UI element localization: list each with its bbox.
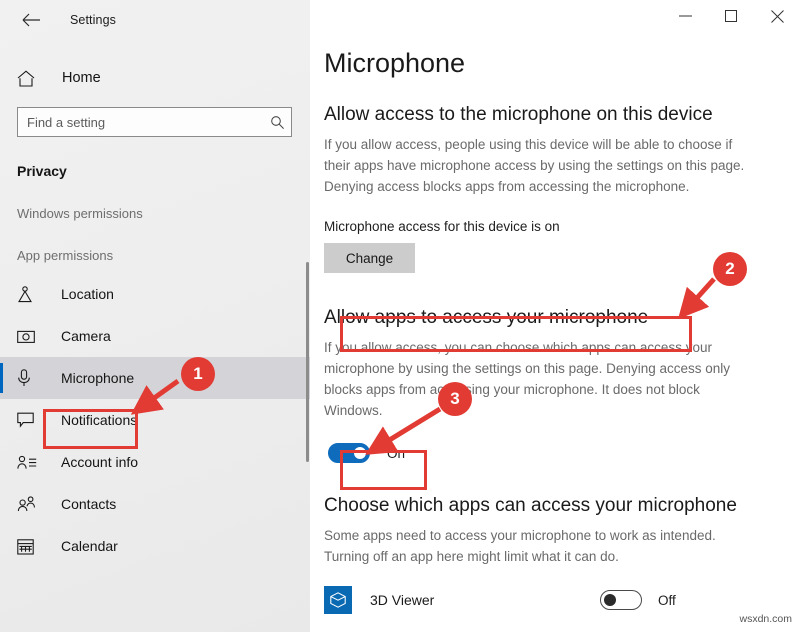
- sidebar-item-microphone-label: Microphone: [61, 370, 135, 386]
- sidebar-item-home-label: Home: [62, 70, 101, 86]
- sidebar-item-location-label: Location: [61, 286, 114, 302]
- apps-access-description: If you allow access, you can choose whic…: [324, 340, 730, 418]
- sidebar-item-camera-label: Camera: [61, 328, 111, 344]
- device-access-description: If you allow access, people using this d…: [324, 137, 745, 194]
- change-button[interactable]: Change: [324, 243, 415, 273]
- sidebar-section-title: Privacy: [17, 163, 67, 179]
- microphone-icon: [17, 369, 39, 387]
- sidebar-item-contacts-label: Contacts: [61, 496, 117, 512]
- sidebar-item-account-info[interactable]: Account info: [0, 441, 310, 483]
- page-title: Microphone: [324, 48, 466, 78]
- sidebar-nav-list: Location Camera Microphone Notifications…: [0, 273, 310, 567]
- camera-icon: [17, 329, 39, 344]
- close-button[interactable]: [754, 0, 800, 32]
- search-input[interactable]: [18, 109, 263, 135]
- main-content: Microphone Allow access to the microphon…: [310, 0, 800, 632]
- sidebar-scrollbar[interactable]: [306, 262, 309, 462]
- location-icon: [17, 285, 39, 303]
- device-access-status: Microphone access for this device is on: [324, 219, 560, 234]
- watermark: wsxdn.com: [739, 613, 792, 625]
- annotation-badge-3: 3: [438, 382, 472, 416]
- sidebar-item-notifications[interactable]: Notifications: [0, 399, 310, 441]
- account-info-icon: [17, 455, 39, 470]
- sidebar-item-calendar-label: Calendar: [61, 538, 118, 554]
- app-toggle-3d-viewer[interactable]: [600, 590, 642, 610]
- 3d-viewer-icon: [324, 586, 352, 614]
- minimize-button[interactable]: [662, 0, 708, 32]
- back-arrow-icon[interactable]: [14, 5, 48, 35]
- sidebar-item-location[interactable]: Location: [0, 273, 310, 315]
- search-icon[interactable]: [263, 115, 291, 130]
- maximize-button[interactable]: [708, 0, 754, 32]
- device-access-heading: Allow access to the microphone on this d…: [324, 104, 713, 125]
- sidebar-item-contacts[interactable]: Contacts: [0, 483, 310, 525]
- calendar-icon: [17, 538, 39, 555]
- app-toggle-label-3d-viewer: Off: [658, 592, 676, 608]
- sidebar-group-app-permissions: App permissions: [17, 248, 114, 263]
- sidebar-item-account-info-label: Account info: [61, 454, 139, 470]
- search-box[interactable]: [17, 107, 292, 137]
- apps-access-toggle-label: On: [387, 445, 406, 461]
- sidebar-titlebar: Settings: [0, 0, 310, 40]
- app-name-3d-viewer: 3D Viewer: [370, 592, 435, 608]
- sidebar-item-calendar[interactable]: Calendar: [0, 525, 310, 567]
- sidebar-item-notifications-label: Notifications: [61, 412, 138, 428]
- sidebar-item-camera[interactable]: Camera: [0, 315, 310, 357]
- notification-icon: [17, 412, 39, 428]
- annotation-badge-2: 2: [713, 252, 747, 286]
- window-title: Settings: [70, 13, 116, 27]
- apps-access-toggle[interactable]: [328, 443, 370, 463]
- app-toggle-row-3d-viewer: Off: [600, 590, 688, 610]
- sidebar-item-microphone[interactable]: Microphone: [0, 357, 310, 399]
- sidebar-group-windows-permissions: Windows permissions: [17, 206, 143, 221]
- window-controls: [662, 0, 800, 32]
- choose-apps-heading: Choose which apps can access your microp…: [324, 495, 737, 516]
- settings-window: Settings Home Privacy Windows permission…: [0, 0, 800, 632]
- apps-access-heading: Allow apps to access your microphone: [324, 307, 649, 328]
- apps-access-toggle-row: On: [328, 443, 800, 463]
- sidebar-item-home[interactable]: Home: [0, 58, 310, 98]
- home-icon: [17, 69, 41, 87]
- choose-apps-description: Some apps need to access your microphone…: [324, 528, 716, 564]
- sidebar: Settings Home Privacy Windows permission…: [0, 0, 310, 632]
- app-list-item-3d-viewer[interactable]: 3D Viewer Off: [324, 586, 800, 614]
- contacts-icon: [17, 496, 39, 512]
- annotation-badge-1: 1: [181, 357, 215, 391]
